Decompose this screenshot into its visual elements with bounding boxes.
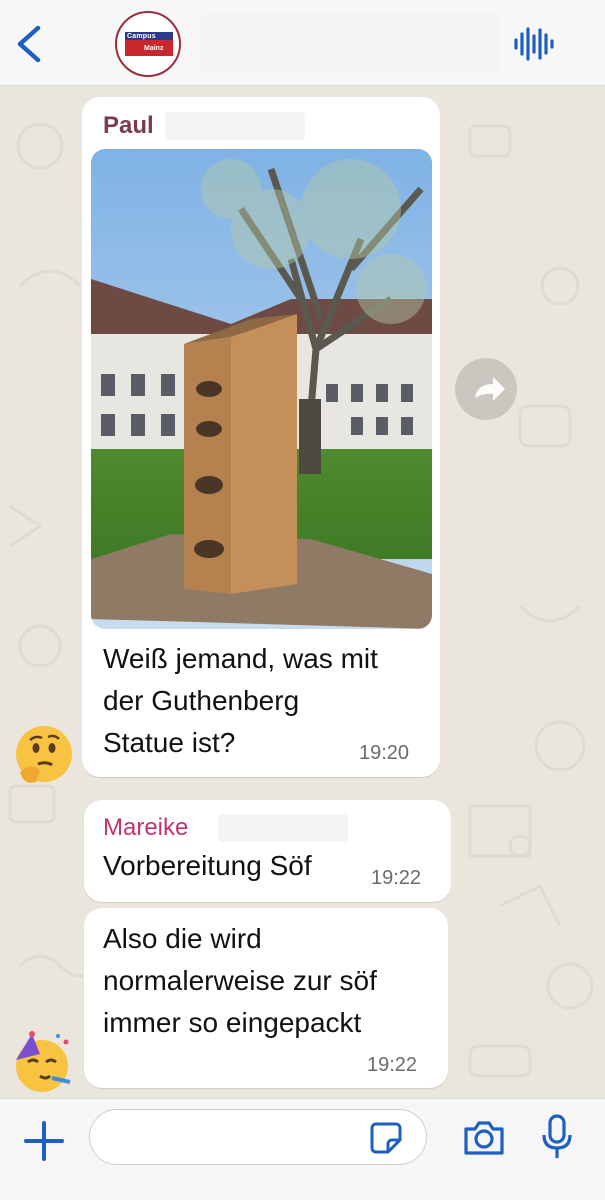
plus-icon[interactable] xyxy=(22,1119,66,1163)
partying-face-emoji xyxy=(10,1030,74,1094)
message-text-mareike: Vorbereitung Söf xyxy=(103,845,312,887)
forward-button[interactable] xyxy=(455,358,517,420)
sender-phone-redacted xyxy=(165,112,305,140)
sender-phone-redacted xyxy=(218,814,348,842)
group-title-redacted[interactable] xyxy=(200,14,500,72)
message-text-paul: Weiß jemand, was mit der Guthenberg Stat… xyxy=(103,638,378,764)
chevron-left-icon[interactable] xyxy=(10,22,50,66)
message-text-line: Also die wird xyxy=(103,923,262,954)
sender-name-mareike[interactable]: Mareike xyxy=(103,814,188,842)
group-avatar[interactable]: Campus Mainz xyxy=(115,11,181,77)
message-text-line: Weiß jemand, was mit xyxy=(103,643,378,674)
forward-icon xyxy=(475,377,505,401)
message-text-line: Statue ist? xyxy=(103,727,236,758)
message-text-line: der Guthenberg xyxy=(103,685,300,716)
message-text-line: immer so eingepackt xyxy=(103,1007,362,1038)
message-text-mareike-2: Also die wird normalerweise zur söf imme… xyxy=(103,918,377,1044)
message-composer xyxy=(0,1098,605,1200)
waveform-icon[interactable] xyxy=(512,26,554,62)
logo-text-top: Campus xyxy=(127,33,156,40)
sender-name-paul[interactable]: Paul xyxy=(103,112,154,140)
chat-header: Campus Mainz xyxy=(0,0,605,86)
sticker-icon[interactable] xyxy=(368,1120,404,1156)
message-text-line: Vorbereitung Söf xyxy=(103,850,312,881)
logo-text-bottom: Mainz xyxy=(144,45,164,52)
thinking-face-emoji xyxy=(12,722,76,786)
message-time: 19:20 xyxy=(359,742,410,764)
microphone-icon[interactable] xyxy=(540,1113,574,1161)
message-time: 19:22 xyxy=(371,867,422,889)
message-text-line: normalerweise zur söf xyxy=(103,965,377,996)
message-photo[interactable] xyxy=(91,149,432,629)
statue-photo-image xyxy=(91,149,432,629)
camera-icon[interactable] xyxy=(462,1117,506,1157)
message-time: 19:22 xyxy=(367,1054,418,1076)
